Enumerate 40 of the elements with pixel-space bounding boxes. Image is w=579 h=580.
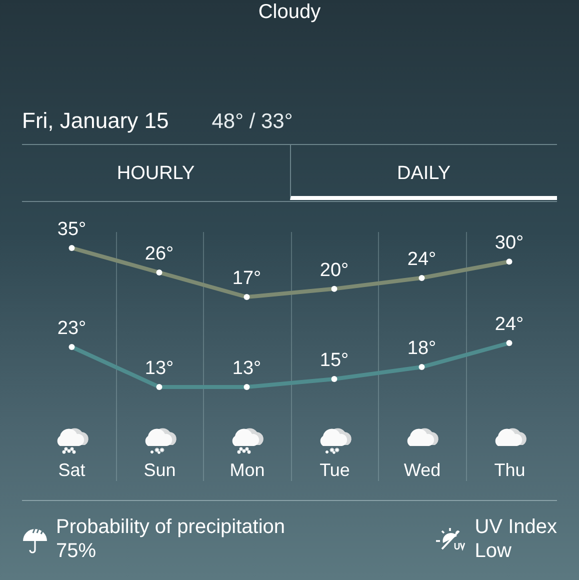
date-label: Fri, January 15 — [22, 108, 169, 134]
temperature-label: 13° — [144, 358, 174, 379]
data-point — [68, 245, 75, 251]
day-label: Sun — [144, 460, 176, 481]
temperature-label: 24° — [407, 248, 436, 270]
data-point — [418, 364, 425, 370]
data-point — [331, 376, 338, 382]
data-point — [506, 258, 512, 265]
data-point — [156, 384, 162, 390]
day-label: Tue — [320, 460, 350, 481]
forecast-tab[interactable]: HOURLY — [22, 145, 290, 200]
temperature-label: 17° — [232, 268, 262, 289]
precipitation-value: 75% — [56, 539, 98, 563]
temperature-label: 24° — [494, 314, 524, 335]
uv-sun-icon — [434, 525, 467, 553]
temperature-label: 15° — [320, 350, 349, 371]
precipitation-label: Probability of precipitation — [56, 515, 286, 539]
uv-index-value: Low — [474, 539, 512, 563]
day-label: Wed — [404, 460, 441, 481]
data-point — [244, 294, 250, 300]
day-label: Mon — [230, 460, 265, 481]
day-label: Thu — [494, 460, 526, 481]
data-point — [156, 270, 162, 276]
temperature-label: 30° — [494, 232, 524, 254]
temperature-label: 35° — [57, 219, 86, 240]
data-point — [418, 274, 425, 281]
data-point — [331, 286, 338, 292]
forecast-tab[interactable]: DAILY — [290, 145, 557, 200]
weather-condition: Cloudy — [257, 0, 322, 24]
data-point — [244, 384, 250, 390]
temperature-label: 20° — [320, 260, 349, 281]
data-point — [506, 340, 512, 346]
high-low-temperature: 48° / 33° — [212, 110, 293, 134]
day-label: Sat — [58, 460, 86, 481]
temperature-label: 26° — [144, 244, 174, 264]
temperature-label: 18° — [407, 338, 436, 359]
temperature-label: 23° — [57, 318, 86, 339]
data-point — [68, 344, 75, 350]
uv-index-label: UV Index — [474, 515, 557, 539]
temperature-label: 13° — [232, 358, 262, 379]
